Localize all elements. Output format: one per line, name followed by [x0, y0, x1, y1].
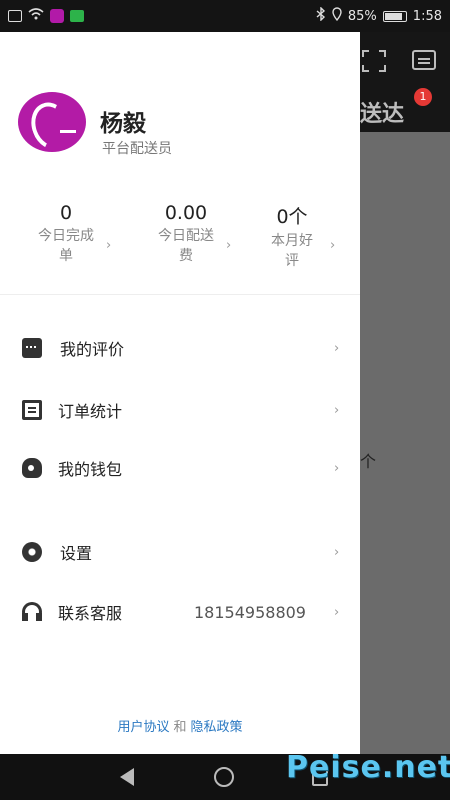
menu-label: 我的评价 — [60, 340, 125, 359]
gear-icon — [22, 542, 42, 562]
menu-item-customer-service[interactable]: 联系客服 18154958809 › — [0, 590, 360, 634]
menu-item-my-reviews[interactable]: 我的评价 › — [0, 326, 360, 370]
battery-percent: 85% — [347, 8, 377, 24]
wallet-icon — [22, 458, 42, 478]
menu-item-wallet[interactable]: 我的钱包 › — [0, 446, 360, 490]
chevron-right-icon: › — [334, 340, 340, 356]
home-icon[interactable] — [214, 767, 234, 787]
stat-today-fee[interactable]: 0.00 今日配送费 › — [140, 202, 232, 266]
user-name: 杨毅 — [100, 111, 146, 137]
stat-value: 0 — [59, 202, 73, 224]
status-bar: 85% 1:58 — [0, 0, 450, 32]
tab-badge: 1 — [414, 88, 432, 106]
menu-item-order-stats[interactable]: 订单统计 › — [0, 388, 360, 432]
bluetooth-icon — [316, 6, 326, 25]
battery-icon — [382, 10, 407, 22]
stats-row: 0 今日完成单 › 0.00 今日配送费 › 0个 本月好评 › — [0, 202, 360, 294]
wifi-icon — [28, 8, 44, 24]
menu-item-settings[interactable]: 设置 › — [0, 530, 360, 574]
policy-and-text: 和 — [173, 720, 187, 735]
scan-icon[interactable] — [362, 50, 386, 72]
watermark: Peise.net — [286, 750, 450, 785]
menu-label: 设置 — [60, 544, 93, 563]
app-notification-icon — [50, 9, 64, 23]
stat-label: 本月好评 — [271, 233, 313, 269]
policy-links: 用户协议和隐私政策 — [0, 716, 360, 735]
tab-delivered[interactable]: 送达 — [360, 96, 404, 128]
chat-icon — [22, 338, 42, 358]
clock: 1:58 — [412, 8, 442, 24]
app-notification-icon — [70, 10, 84, 22]
chevron-right-icon: › — [334, 604, 340, 620]
stat-label: 今日配送费 — [158, 228, 214, 264]
stat-month-reviews[interactable]: 0个 本月好评 › — [256, 202, 335, 271]
chevron-right-icon: › — [226, 238, 232, 253]
location-icon — [332, 7, 342, 25]
chevron-right-icon: › — [334, 460, 340, 476]
stat-value: 0个 — [276, 206, 308, 228]
support-phone: 18154958809 — [194, 602, 306, 622]
chevron-right-icon: › — [334, 544, 340, 560]
side-drawer: 杨毅 平台配送员 0 今日完成单 › 0.00 今日配送费 › 0个 本月好评 … — [0, 32, 360, 754]
message-icon[interactable] — [412, 50, 436, 70]
profile-header[interactable]: 杨毅 平台配送员 — [0, 32, 360, 192]
menu-label: 联系客服 — [58, 604, 123, 623]
chevron-right-icon: › — [106, 238, 112, 253]
stat-value: 0.00 — [164, 202, 208, 224]
chevron-right-icon: › — [334, 402, 340, 418]
user-role: 平台配送员 — [102, 141, 172, 157]
menu-label: 订单统计 — [58, 402, 123, 421]
menu-label: 我的钱包 — [58, 460, 123, 479]
divider — [0, 294, 360, 295]
clipboard-icon — [22, 400, 42, 420]
stat-label: 今日完成单 — [38, 228, 94, 264]
background-count-unit: 个 — [360, 452, 377, 471]
headset-icon — [22, 602, 42, 622]
chevron-right-icon: › — [330, 238, 336, 253]
stat-today-orders[interactable]: 0 今日完成单 › — [20, 202, 112, 266]
privacy-policy-link[interactable]: 隐私政策 — [191, 720, 243, 735]
back-icon[interactable] — [120, 768, 134, 786]
notification-icon — [8, 10, 22, 22]
avatar[interactable] — [18, 92, 86, 152]
user-agreement-link[interactable]: 用户协议 — [117, 720, 169, 735]
